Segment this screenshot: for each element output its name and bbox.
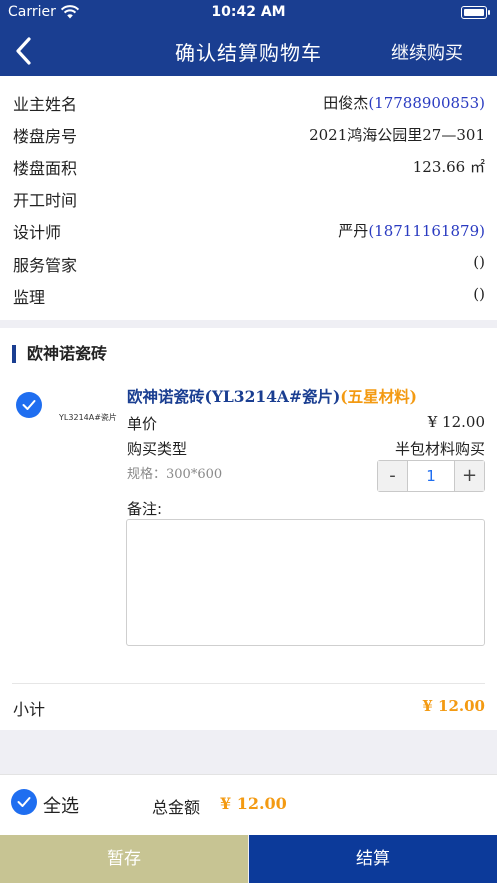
product-checkbox[interactable] (16, 392, 42, 418)
remark-label: 备注: (127, 500, 163, 518)
select-all-checkbox[interactable] (11, 789, 37, 815)
save-draft-button[interactable]: 暂存 (0, 835, 248, 883)
info-label: 服务管家 (13, 256, 78, 275)
info-row-area: 楼盘面积 123.66 ㎡ (0, 149, 497, 181)
info-label: 开工时间 (13, 191, 78, 210)
price-value: ¥ 12.00 (427, 413, 485, 431)
owner-info-panel: 业主姓名 田俊杰(17788900853) 楼盘房号 2021鸿海公园里27—3… (0, 76, 497, 320)
info-row-supervisor: 监理 () (0, 278, 497, 310)
checkout-footer: 全选 总金额 ¥ 12.00 (0, 774, 497, 835)
clock: 10:42 AM (211, 4, 286, 20)
status-bar: Carrier 10:42 AM (0, 0, 497, 26)
price-row: 单价 ¥ 12.00 (127, 413, 485, 434)
designer-phone-link[interactable]: (18711161879) (368, 222, 485, 240)
nav-bar: 确认结算购物车 继续购买 (0, 26, 497, 76)
buy-type-row: 购买类型 半包材料购买 (127, 438, 485, 459)
total-label: 总金额 (152, 798, 201, 817)
info-value: 123.66 ㎡ (412, 158, 485, 176)
checkmark-icon (17, 797, 31, 807)
quantity-value[interactable]: 1 (408, 461, 454, 491)
info-row-service-manager: 服务管家 () (0, 246, 497, 278)
info-row-house-number: 楼盘房号 2021鸿海公园里27—301 (0, 117, 497, 149)
info-value: 2021鸿海公园里27—301 (309, 126, 485, 144)
remark-textarea[interactable] (126, 519, 485, 646)
product-thumbnail[interactable]: YL3214A#瓷片 (56, 398, 120, 438)
select-all-label[interactable]: 全选 (43, 792, 79, 818)
top-bar: Carrier 10:42 AM 确认结算购物车 继续购买 (0, 0, 497, 76)
info-value: 严丹(18711161879) (338, 222, 485, 240)
info-row-owner-name: 业主姓名 田俊杰(17788900853) (0, 85, 497, 117)
info-label: 业主姓名 (13, 95, 78, 114)
info-row-designer: 设计师 严丹(18711161879) (0, 213, 497, 245)
info-label: 设计师 (13, 223, 62, 242)
product-grade-tag: (五星材料) (340, 387, 417, 406)
decrease-quantity-button[interactable]: - (378, 461, 408, 491)
info-value: () (473, 253, 485, 271)
continue-shopping-button[interactable]: 继续购买 (391, 39, 463, 65)
quantity-stepper: - 1 + (377, 460, 485, 492)
info-row-start-time: 开工时间 (0, 181, 497, 213)
price-label: 单价 (127, 415, 158, 433)
subtotal-value: ¥ 12.00 (422, 697, 485, 715)
info-label: 楼盘面积 (13, 159, 78, 178)
info-value: () (473, 285, 485, 303)
battery-icon (461, 6, 490, 19)
product-spec: 规格：300*600 (127, 467, 223, 482)
total-value: ¥ 12.00 (220, 794, 287, 813)
info-label: 楼盘房号 (13, 127, 78, 146)
buy-type-value: 半包材料购买 (394, 440, 485, 458)
buy-type-label: 购买类型 (127, 440, 188, 458)
divider (12, 683, 485, 684)
checkmark-icon (22, 400, 36, 410)
checkout-button[interactable]: 结算 (249, 835, 497, 883)
info-label: 监理 (13, 288, 46, 307)
info-value: 田俊杰(17788900853) (323, 94, 485, 112)
product-name[interactable]: 欧神诺瓷砖(YL3214A#瓷片)(五星材料) (127, 385, 417, 407)
cart-card: 欧神诺瓷砖 YL3214A#瓷片 欧神诺瓷砖(YL3214A#瓷片)(五星材料)… (0, 328, 497, 730)
increase-quantity-button[interactable]: + (454, 461, 484, 491)
brand-title: 欧神诺瓷砖 (12, 345, 107, 363)
subtotal-label: 小计 (13, 700, 46, 719)
owner-phone-link[interactable]: (17788900853) (368, 94, 485, 112)
